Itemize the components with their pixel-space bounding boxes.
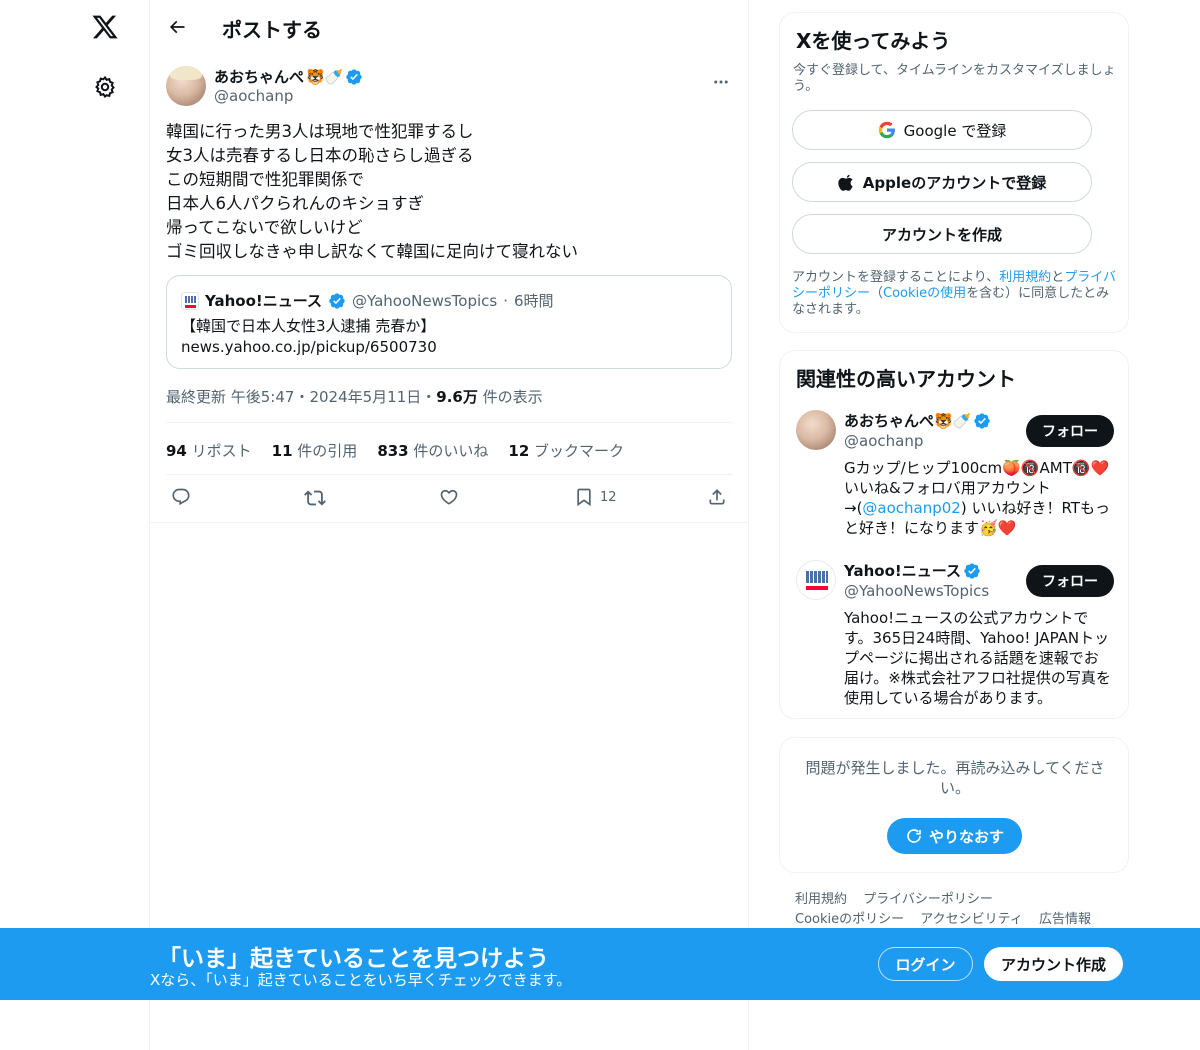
footer-link-terms[interactable]: 利用規約 — [795, 892, 847, 907]
yahoo-news-avatar — [181, 291, 199, 310]
post-actions: 12 — [166, 487, 733, 511]
refresh-icon — [907, 829, 921, 843]
verified-badge-icon — [974, 412, 991, 429]
footer-link-ads[interactable]: 広告情報 — [1039, 912, 1091, 927]
bio-mention-link[interactable]: @aochanp02 — [862, 499, 960, 517]
quote-stat[interactable]: 11 件の引用 — [272, 440, 358, 461]
account-item[interactable]: Yahoo!ニュース @YahooNewsTopics フォロー Yahoo!ニ… — [796, 560, 1114, 710]
account-bio: Gカップ/ヒップ100cm🍑🔞AMT🔞❤️いいね&フォロバ用アカウント→(@ao… — [844, 459, 1110, 537]
footer-link-cookie[interactable]: Cookieのポリシー — [795, 912, 904, 927]
gear-icon[interactable] — [90, 72, 120, 102]
relevant-title: 関連性の高いアカウント — [796, 367, 1016, 391]
author-name[interactable]: あおちゃんぺ 🐯🍼 — [214, 66, 363, 87]
account-name: あおちゃんぺ🐯🍼 — [844, 410, 991, 431]
signup-banner: 「いま」起きていることを見つけよう Xなら、「いま」起きていることをいち早くチェ… — [0, 928, 1200, 1000]
verified-badge-icon — [964, 562, 980, 579]
google-icon — [878, 121, 895, 139]
author-handle[interactable]: @aochanp — [214, 87, 293, 105]
quote-time: 6時間 — [514, 292, 554, 310]
footer-links: 利用規約 プライバシーポリシー Cookieのポリシー アクセシビリティ 広告情… — [795, 890, 1125, 930]
like-stat[interactable]: 833 件のいいね — [377, 440, 488, 461]
divider — [166, 422, 733, 423]
author-name-emoji: 🐯🍼 — [306, 67, 344, 86]
avatar[interactable] — [166, 66, 206, 106]
verified-badge-icon — [346, 68, 363, 85]
avatar[interactable] — [796, 560, 836, 600]
google-signup-label: Google で登録 — [903, 121, 1007, 140]
terms-link[interactable]: 利用規約 — [999, 270, 1051, 285]
quote-body: 【韓国で日本人女性3人逮捕 売春か】 news.yahoo.co.jp/pick… — [181, 316, 437, 358]
login-button[interactable]: ログイン — [878, 947, 973, 981]
account-item[interactable]: あおちゃんぺ🐯🍼 @aochanp フォロー Gカップ/ヒップ100cm🍑🔞AM… — [796, 410, 1114, 540]
view-label: 件の表示 — [477, 388, 543, 406]
repost-stat[interactable]: 94 リポスト — [166, 440, 252, 461]
account-bio: Yahoo!ニュースの公式アカウントです。365日24時間、Yahoo! JAP… — [844, 609, 1111, 707]
apple-icon — [838, 174, 853, 191]
retry-button[interactable]: やりなおす — [887, 818, 1022, 854]
error-message: 問題が発生しました。再読み込みしてください。 — [805, 759, 1105, 797]
bookmark-count: 12 — [600, 489, 617, 505]
repost-icon[interactable] — [304, 487, 326, 509]
signup-card: Xを使ってみよう 今すぐ登録して、タイムラインをカスタマイズしましょう。 Goo… — [779, 12, 1129, 333]
banner-title: 「いま」起きていることを見つけよう — [158, 946, 549, 972]
retry-label: やりなおす — [928, 827, 1004, 846]
share-icon[interactable] — [707, 487, 727, 507]
follow-button[interactable]: フォロー — [1026, 565, 1114, 597]
reply-icon[interactable] — [171, 487, 191, 507]
post-text: 韓国に行った男3人は現地で性犯罪するし 女3人は売春するし日本の恥さらし過ぎる … — [166, 122, 579, 261]
avatar[interactable] — [796, 410, 836, 450]
apple-signup-button[interactable]: Appleのアカウントで登録 — [792, 162, 1092, 202]
view-count: 9.6万 — [436, 388, 478, 406]
relevant-accounts-card: 関連性の高いアカウント あおちゃんぺ🐯🍼 @aochanp フォロー Gカップ/… — [779, 350, 1129, 719]
create-account-label: アカウントを作成 — [881, 225, 1002, 244]
create-account-button[interactable]: アカウントを作成 — [792, 214, 1092, 254]
quote-author-handle: @YahooNewsTopics — [352, 291, 498, 310]
quoted-post[interactable]: Yahoo!ニュース @YahooNewsTopics · 6時間 【韓国で日本… — [166, 275, 732, 369]
post-meta: 最終更新 午後5:47・2024年5月11日・9.6万 件の表示 — [166, 386, 543, 407]
account-handle: @aochanp — [844, 432, 924, 450]
footer-link-accessibility[interactable]: アクセシビリティ — [920, 912, 1023, 927]
x-logo-icon[interactable] — [86, 8, 124, 46]
divider — [150, 522, 749, 523]
quote-author-name: Yahoo!ニュース — [205, 292, 322, 310]
post-timestamp[interactable]: 最終更新 午後5:47・2024年5月11日・ — [166, 388, 436, 406]
post-author: あおちゃんぺ 🐯🍼 @aochanp — [166, 64, 733, 108]
like-icon[interactable] — [439, 487, 459, 507]
footer-link-privacy[interactable]: プライバシーポリシー — [863, 892, 993, 907]
bookmark-icon[interactable]: 12 — [574, 487, 617, 507]
post-stats: 94 リポスト 11 件の引用 833 件のいいね 12 ブックマーク — [166, 440, 624, 461]
banner-subtitle: Xなら、「いま」起きていることをいち早くチェックできます。 — [150, 971, 572, 989]
divider — [166, 474, 733, 475]
account-name: Yahoo!ニュース — [844, 560, 981, 581]
page-title: ポストする — [222, 18, 322, 42]
follow-button[interactable]: フォロー — [1026, 415, 1114, 447]
quote-line-1: 【韓国で日本人女性3人逮捕 売春か】 — [181, 317, 436, 335]
cookie-link[interactable]: Cookieの使用 — [883, 286, 966, 301]
more-options-icon[interactable] — [709, 70, 733, 94]
error-card: 問題が発生しました。再読み込みしてください。 やりなおす — [779, 737, 1129, 873]
signup-legal: アカウントを登録することにより、利用規約とプライバシーポリシー（Cookieの使… — [792, 270, 1117, 317]
signup-title: Xを使ってみよう — [796, 29, 951, 53]
quote-line-2: news.yahoo.co.jp/pickup/6500730 — [181, 338, 437, 356]
account-handle: @YahooNewsTopics — [844, 582, 990, 600]
main-column: ポストする あおちゃんぺ 🐯🍼 @aochanp 韓国に行った男3人は現地で性犯… — [150, 0, 749, 1050]
post-header: ポストする — [150, 0, 749, 53]
verified-badge-icon — [329, 292, 345, 309]
apple-signup-label: Appleのアカウントで登録 — [862, 173, 1047, 192]
quote-dot: · — [503, 291, 509, 310]
signup-subtitle: 今すぐ登録して、タイムラインをカスタマイズしましょう。 — [793, 63, 1116, 94]
google-signup-button[interactable]: Google で登録 — [792, 110, 1092, 150]
author-name-text: あおちゃんぺ — [214, 68, 305, 86]
bookmark-stat[interactable]: 12 ブックマーク — [508, 440, 624, 461]
signup-button[interactable]: アカウント作成 — [984, 947, 1123, 981]
left-nav — [0, 0, 150, 1050]
quote-header: Yahoo!ニュース @YahooNewsTopics · 6時間 — [181, 290, 554, 311]
arrow-left-icon[interactable] — [164, 14, 190, 40]
